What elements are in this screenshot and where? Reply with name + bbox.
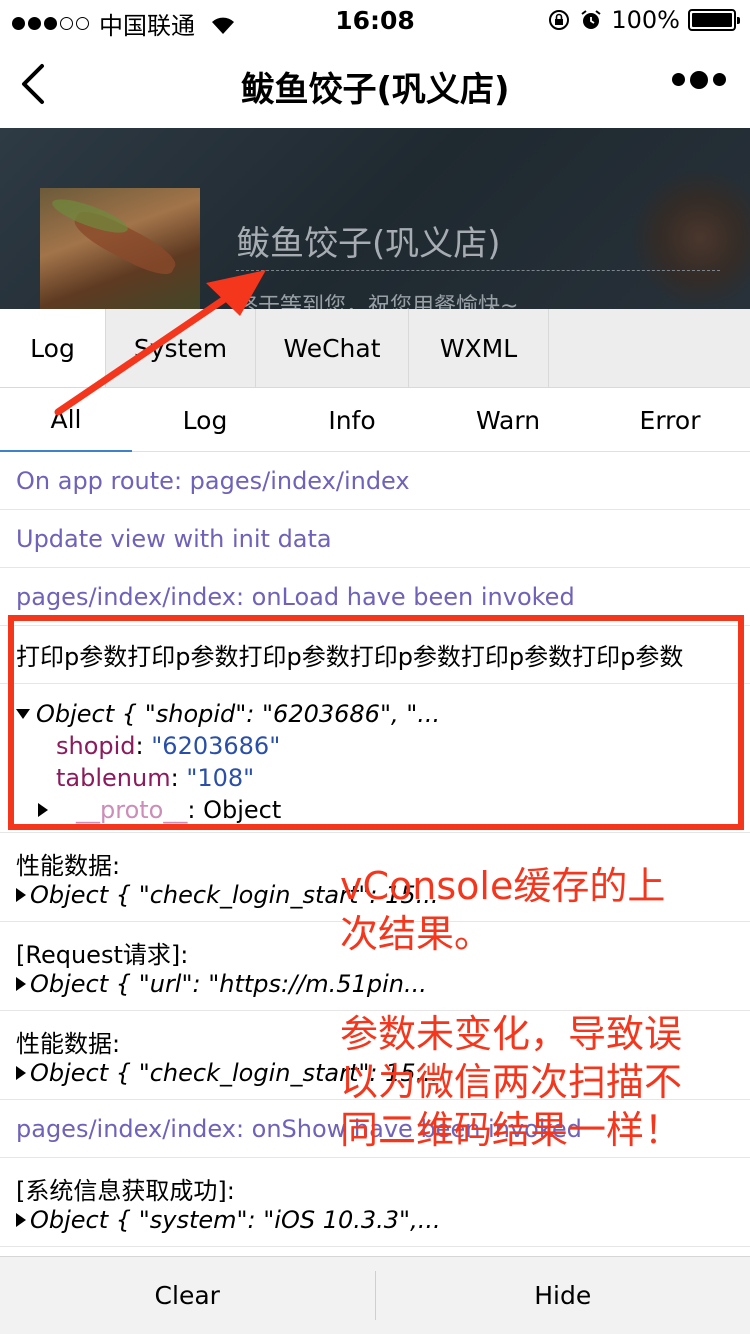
clear-button[interactable]: Clear <box>0 1257 375 1334</box>
expand-triangle-icon[interactable] <box>16 1066 26 1080</box>
subtab-error[interactable]: Error <box>590 388 750 452</box>
vconsole-subtabs: All Log Info Warn Error <box>0 388 750 452</box>
object-summary: Object { "shopid": "6203686", "... <box>36 700 441 728</box>
signal-strength-icon <box>12 17 89 30</box>
log-entry-object: Object { "shopid": "6203686", "... shopi… <box>0 684 750 833</box>
status-right: 100% <box>547 6 740 34</box>
expand-triangle-icon[interactable] <box>16 888 26 902</box>
object-summary: Object { "system": "iOS 10.3.3",... <box>30 1206 441 1234</box>
subtab-info[interactable]: Info <box>278 388 426 452</box>
log-list[interactable]: On app route: pages/index/index Update v… <box>0 452 750 1256</box>
welcome-text: 终于等到您，祝您用餐愉快~ <box>236 294 519 310</box>
object-summary: Object { "url": "https://m.51pin... <box>30 970 427 998</box>
object-property: shopid: "6203686" <box>56 732 281 760</box>
tab-log[interactable]: Log <box>0 309 106 387</box>
battery-icon <box>688 9 740 31</box>
object-summary: Object { "check_login_start": 15... <box>30 1059 439 1087</box>
shop-thumbnail <box>40 188 200 310</box>
object-summary-line[interactable]: Object { "system": "iOS 10.3.3",... <box>16 1204 734 1236</box>
object-property: tablenum: "108" <box>56 764 255 792</box>
vconsole-footer: Clear Hide <box>0 1256 750 1334</box>
proto-value: : Object <box>187 796 282 824</box>
object-summary: Object { "check_login_start": 15... <box>30 881 439 909</box>
object-summary-line[interactable]: Object { "url": "https://m.51pin... <box>16 968 734 1000</box>
log-label: 性能数据: <box>16 1029 121 1058</box>
vconsole-tabs: Log System WeChat WXML <box>0 309 750 388</box>
property-key: tablenum <box>56 764 171 792</box>
tab-wxml[interactable]: WXML <box>409 309 549 387</box>
navigation-bar: 鲅鱼饺子(巩义店) <box>0 40 750 128</box>
subtab-all[interactable]: All <box>0 388 132 452</box>
more-options-icon[interactable] <box>672 71 726 89</box>
page-title: 鲅鱼饺子(巩义店) <box>240 70 510 110</box>
expand-triangle-icon[interactable] <box>38 803 48 817</box>
shop-name: 鲅鱼饺子(巩义店) <box>236 224 501 264</box>
proto-key: __proto__ <box>76 796 188 824</box>
shop-header: 鲅鱼饺子(巩义店) 终于等到您，祝您用餐愉快~ <box>0 128 750 310</box>
hide-button[interactable]: Hide <box>376 1257 750 1334</box>
carrier-label: 中国联通 <box>99 12 195 40</box>
expand-triangle-icon[interactable] <box>16 1213 26 1227</box>
log-entry-perf-1: 性能数据: Object { "check_login_start": 15..… <box>0 833 750 922</box>
log-entry-update: Update view with init data <box>0 510 750 568</box>
wifi-icon <box>212 17 234 34</box>
subtab-warn[interactable]: Warn <box>426 388 590 452</box>
log-entry-perf-2: 性能数据: Object { "check_login_start": 15..… <box>0 1011 750 1100</box>
property-value: "108" <box>186 764 255 792</box>
log-entry-route: On app route: pages/index/index <box>0 452 750 510</box>
rotation-lock-icon <box>549 10 570 30</box>
log-entry-print: 打印p参数打印p参数打印p参数打印p参数打印p参数打印p参数 <box>0 626 750 684</box>
collapse-triangle-icon[interactable] <box>16 709 30 719</box>
object-summary-line[interactable]: Object { "check_login_start": 15... <box>16 1057 734 1089</box>
status-left: 中国联通 <box>12 6 237 41</box>
expand-triangle-icon[interactable] <box>16 977 26 991</box>
log-entry-request: [Request请求]: Object { "url": "https://m.… <box>0 922 750 1011</box>
log-entry-system-info: [系统信息获取成功]: Object { "system": "iOS 10.3… <box>0 1158 750 1247</box>
log-entry-onshow: pages/index/index: onShow have been invo… <box>0 1100 750 1158</box>
divider <box>236 270 720 271</box>
log-label: [Request请求]: <box>16 940 189 969</box>
object-summary-line[interactable]: Object { "check_login_start": 15... <box>16 879 734 911</box>
decoration-image <box>630 168 750 308</box>
log-label: 性能数据: <box>16 851 121 880</box>
log-label: [系统信息获取成功]: <box>16 1176 235 1205</box>
property-value: "6203686" <box>151 732 281 760</box>
property-key: shopid <box>56 732 136 760</box>
alarm-clock-icon <box>581 10 601 29</box>
status-bar: 中国联通 16:08 100% <box>0 0 750 40</box>
log-entry-onload: pages/index/index: onLoad have been invo… <box>0 568 750 626</box>
tab-wechat[interactable]: WeChat <box>256 309 409 387</box>
object-summary-line[interactable]: Object { "shopid": "6203686", "... <box>16 698 734 730</box>
subtab-log[interactable]: Log <box>132 388 278 452</box>
proto-line[interactable]: __proto__: Object <box>16 794 734 826</box>
battery-percent: 100% <box>611 6 680 34</box>
tab-system[interactable]: System <box>106 309 256 387</box>
